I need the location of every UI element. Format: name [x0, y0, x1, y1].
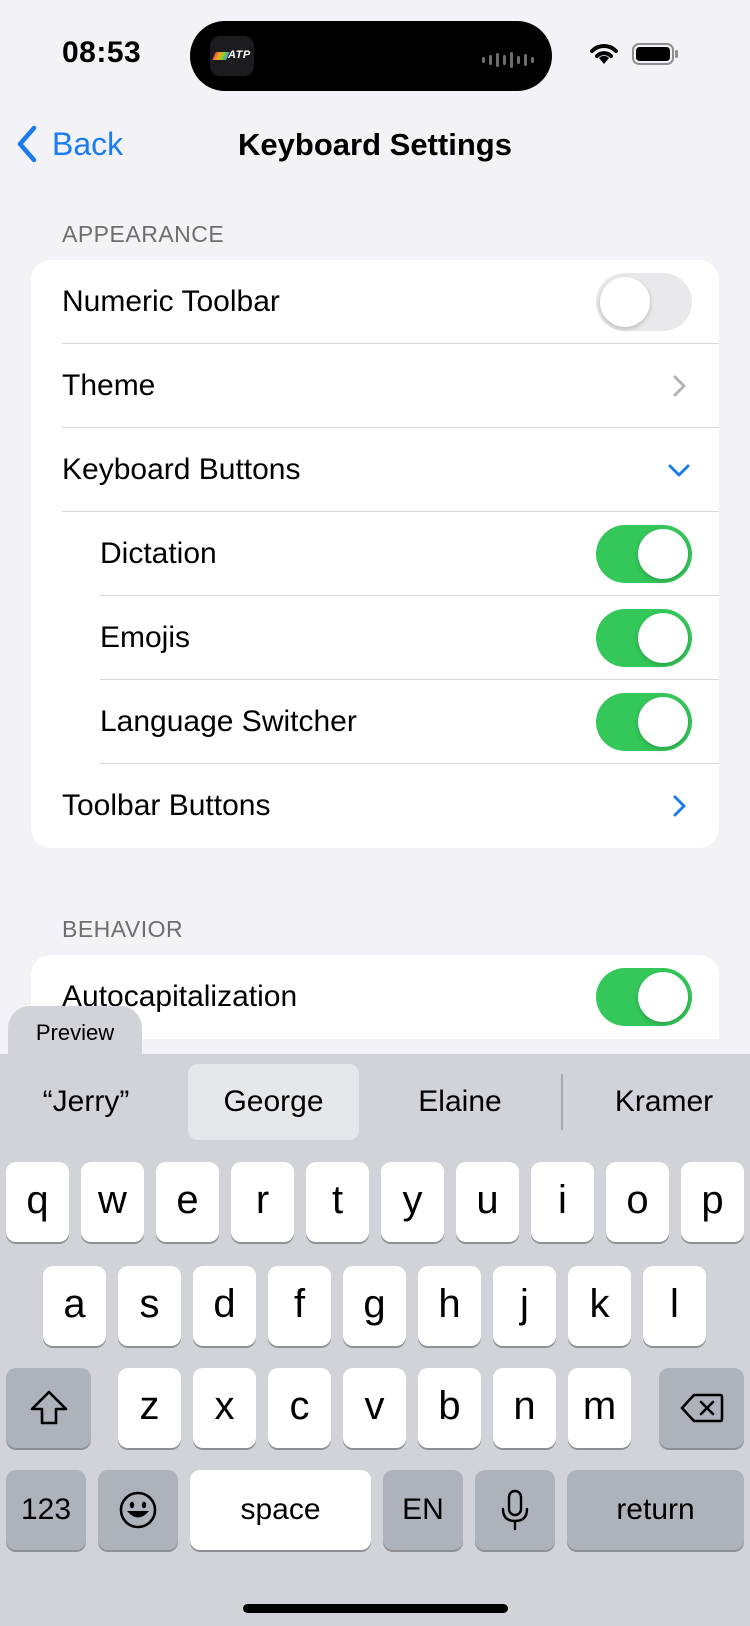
row-numeric-toolbar[interactable]: Numeric Toolbar	[31, 260, 719, 344]
page-title: Keyboard Settings	[238, 127, 512, 162]
key-t[interactable]: t	[306, 1162, 369, 1242]
key-o[interactable]: o	[606, 1162, 669, 1242]
row-label: Keyboard Buttons	[62, 453, 301, 486]
suggestion-kramer[interactable]: Kramer	[580, 1064, 748, 1140]
language-switcher-toggle[interactable]	[596, 693, 692, 751]
section-header-behavior: BEHAVIOR	[62, 916, 184, 942]
shift-key[interactable]	[6, 1368, 91, 1448]
numeric-toolbar-toggle[interactable]	[596, 273, 692, 331]
row-language-switcher[interactable]: Language Switcher	[31, 680, 719, 764]
key-k[interactable]: k	[568, 1266, 631, 1346]
row-label: Theme	[62, 369, 156, 402]
key-n[interactable]: n	[493, 1368, 556, 1448]
delete-key[interactable]	[659, 1368, 744, 1448]
dictation-key[interactable]	[475, 1470, 555, 1550]
row-toolbar-buttons[interactable]: Toolbar Buttons	[31, 764, 719, 848]
emojis-toggle[interactable]	[596, 609, 692, 667]
key-s[interactable]: s	[118, 1266, 181, 1346]
dynamic-island: ATP	[190, 21, 552, 91]
suggestion-elaine[interactable]: Elaine	[378, 1064, 542, 1140]
appearance-group: Numeric Toolbar Theme Keyboard Buttons D…	[31, 260, 719, 848]
battery-icon	[632, 43, 678, 65]
key-h[interactable]: h	[418, 1266, 481, 1346]
key-w[interactable]: w	[81, 1162, 144, 1242]
suggestion-divider	[561, 1074, 563, 1130]
shift-icon	[30, 1390, 67, 1425]
key-v[interactable]: v	[343, 1368, 406, 1448]
key-d[interactable]: d	[193, 1266, 256, 1346]
key-a[interactable]: a	[43, 1266, 106, 1346]
key-p[interactable]: p	[681, 1162, 744, 1242]
key-g[interactable]: g	[343, 1266, 406, 1346]
audio-waveform-icon	[482, 52, 534, 68]
key-q[interactable]: q	[6, 1162, 69, 1242]
dictation-toggle[interactable]	[596, 525, 692, 583]
key-u[interactable]: u	[456, 1162, 519, 1242]
atp-app-icon: ATP	[210, 36, 254, 76]
row-keyboard-buttons[interactable]: Keyboard Buttons	[31, 428, 719, 512]
key-e[interactable]: e	[156, 1162, 219, 1242]
chevron-right-icon	[673, 795, 686, 817]
row-theme[interactable]: Theme	[31, 344, 719, 428]
key-b[interactable]: b	[418, 1368, 481, 1448]
key-y[interactable]: y	[381, 1162, 444, 1242]
chevron-down-icon	[668, 464, 690, 477]
home-indicator[interactable]	[243, 1604, 508, 1613]
section-header-appearance: APPEARANCE	[62, 221, 225, 247]
key-x[interactable]: x	[193, 1368, 256, 1448]
key-f[interactable]: f	[268, 1266, 331, 1346]
key-i[interactable]: i	[531, 1162, 594, 1242]
key-m[interactable]: m	[568, 1368, 631, 1448]
language-key[interactable]: EN	[383, 1470, 463, 1550]
key-z[interactable]: z	[118, 1368, 181, 1448]
keyboard: “Jerry” George Elaine Kramer q w e r t y…	[0, 1054, 750, 1626]
autocapitalization-toggle[interactable]	[596, 968, 692, 1026]
row-dictation[interactable]: Dictation	[31, 512, 719, 596]
key-c[interactable]: c	[268, 1368, 331, 1448]
row-label: Emojis	[100, 621, 191, 654]
row-label: Language Switcher	[100, 705, 357, 738]
island-app-label: ATP	[228, 49, 251, 61]
suggestion-george[interactable]: George	[188, 1064, 359, 1140]
row-label: Numeric Toolbar	[62, 285, 280, 318]
backspace-icon	[680, 1393, 723, 1423]
key-l[interactable]: l	[643, 1266, 706, 1346]
emoji-icon	[119, 1491, 157, 1529]
status-time: 08:53	[62, 36, 142, 69]
row-label: Toolbar Buttons	[62, 789, 271, 822]
suggestion-jerry[interactable]: “Jerry”	[8, 1064, 164, 1140]
return-key[interactable]: return	[567, 1470, 744, 1550]
microphone-icon	[501, 1489, 529, 1531]
row-emojis[interactable]: Emojis	[31, 596, 719, 680]
chevron-right-icon	[673, 375, 686, 397]
key-j[interactable]: j	[493, 1266, 556, 1346]
key-r[interactable]: r	[231, 1162, 294, 1242]
wifi-icon	[590, 44, 618, 64]
space-key[interactable]: space	[190, 1470, 371, 1550]
row-label: Dictation	[100, 537, 217, 570]
emoji-key[interactable]	[98, 1470, 178, 1550]
numbers-key[interactable]: 123	[6, 1470, 86, 1550]
